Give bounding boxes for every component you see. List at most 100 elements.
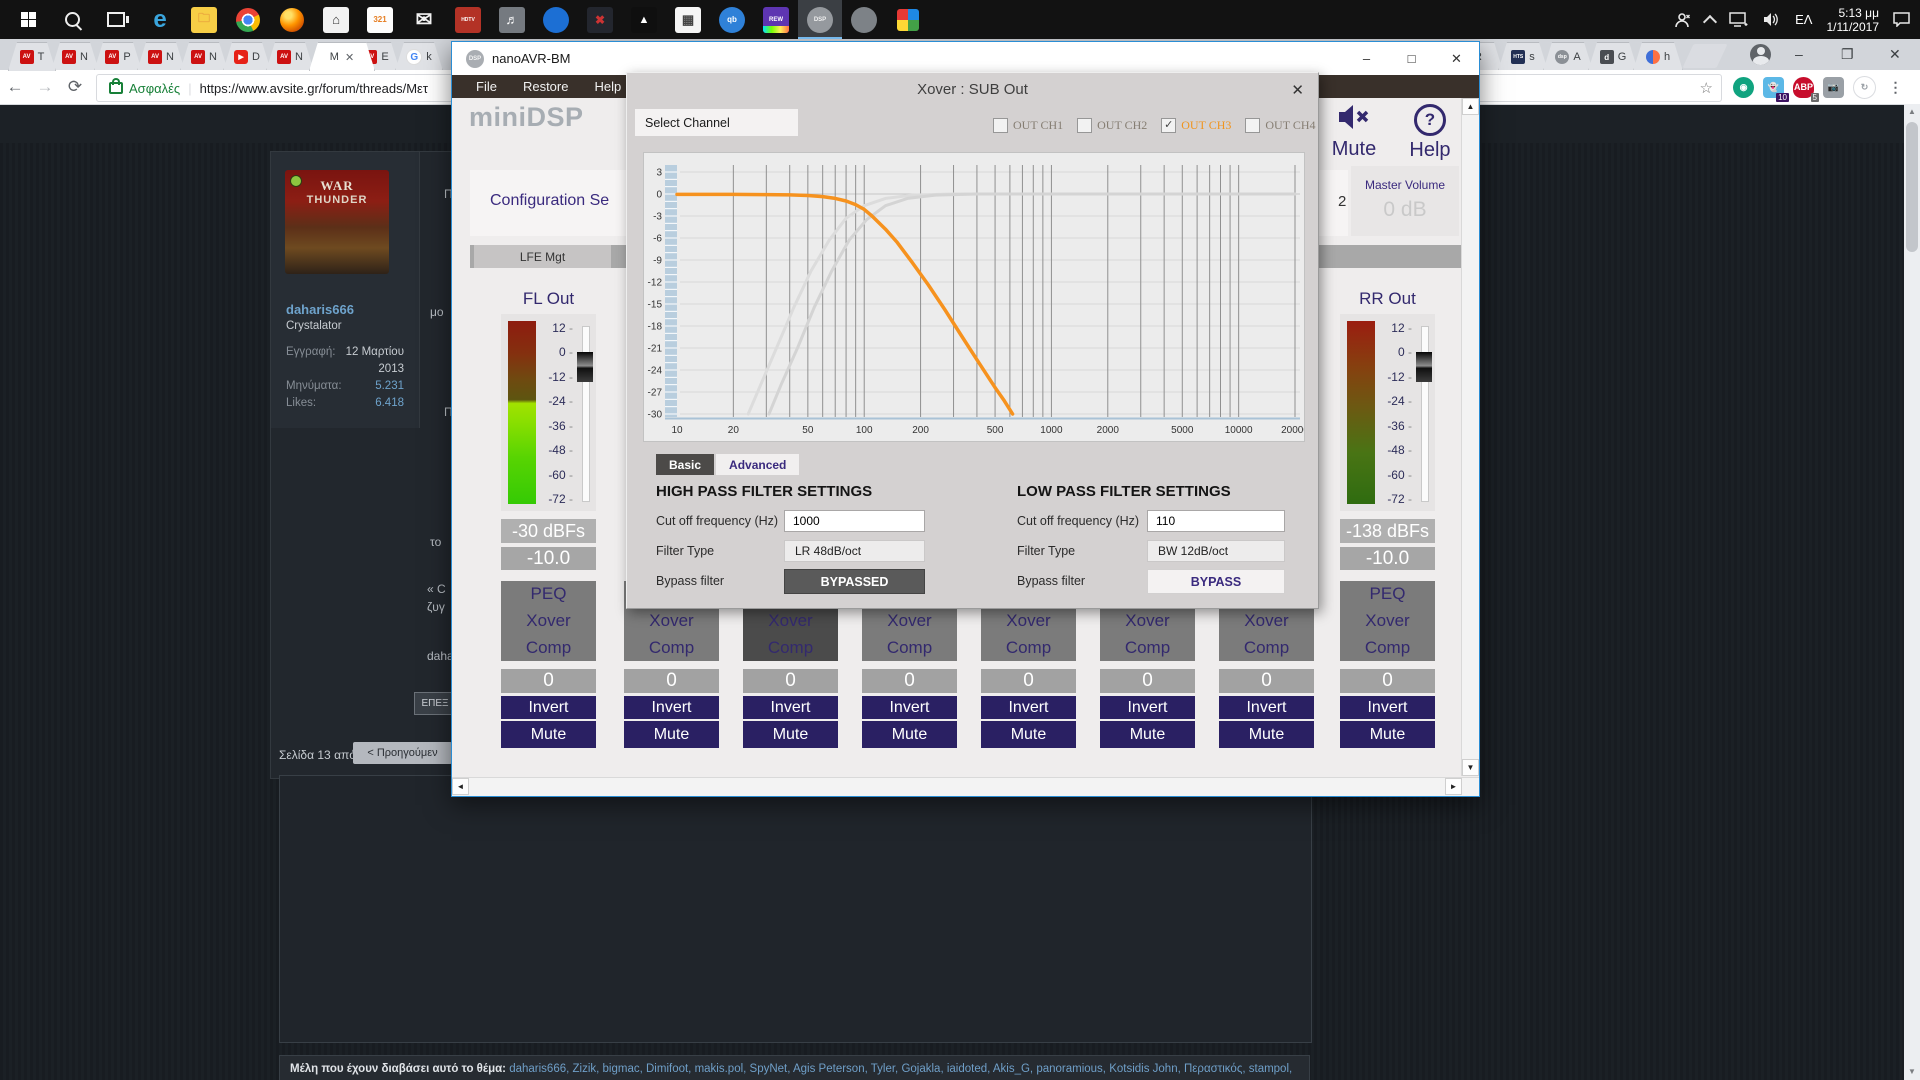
browser-tab[interactable]: AV N bbox=[137, 42, 185, 71]
xover-button[interactable]: Xover bbox=[1340, 611, 1435, 631]
new-tab-button[interactable] bbox=[1682, 44, 1728, 68]
hdtv-icon[interactable]: HDTV bbox=[446, 0, 490, 39]
xover-button[interactable]: Xover bbox=[981, 611, 1076, 631]
mute-button[interactable]: Mute bbox=[624, 721, 719, 748]
mute-button[interactable]: Mute bbox=[981, 721, 1076, 748]
out-channel-checkbox[interactable]: OUT CH2 bbox=[1077, 118, 1147, 133]
browser-profile-icon[interactable] bbox=[1750, 44, 1771, 65]
browser-maximize-button[interactable]: ❐ bbox=[1841, 46, 1854, 63]
file-explorer-icon[interactable]: 🗀 bbox=[182, 0, 226, 39]
hp-filter-type-select[interactable]: LR 48dB/oct bbox=[784, 540, 925, 562]
scroll-thumb[interactable] bbox=[1906, 122, 1918, 252]
invert-button[interactable]: Invert bbox=[1219, 696, 1314, 719]
task-view-icon[interactable] bbox=[94, 0, 138, 39]
select-channel-button[interactable]: Select Channel bbox=[635, 109, 798, 136]
url-text[interactable]: https://www.avsite.gr/forum/threads/Μετ bbox=[200, 81, 428, 96]
bookmark-star-icon[interactable]: ☆ bbox=[1700, 79, 1713, 97]
browser-tab[interactable]: AV N bbox=[51, 42, 99, 71]
audio-player-icon[interactable] bbox=[534, 0, 578, 39]
adblock-plus-icon[interactable]: ABP 5 bbox=[1793, 76, 1819, 102]
invert-button[interactable]: Invert bbox=[624, 696, 719, 719]
browser-tab[interactable]: h bbox=[1633, 42, 1683, 71]
rew-icon[interactable]: REW bbox=[754, 0, 798, 39]
browser-scrollbar[interactable]: ▲ ▼ bbox=[1904, 104, 1920, 1080]
mute-button[interactable]: Mute bbox=[743, 721, 838, 748]
screenshot-camera-icon[interactable]: 📷 bbox=[1823, 76, 1844, 98]
browser-tab[interactable]: Μ ✕ bbox=[309, 42, 375, 71]
mute-button[interactable]: Mute bbox=[1219, 721, 1314, 748]
master-mute-button[interactable]: Mute bbox=[1324, 104, 1384, 161]
loop-extension-icon[interactable]: ↻ bbox=[1853, 75, 1876, 99]
back-icon[interactable]: ← bbox=[0, 77, 30, 97]
ghostery-icon[interactable]: 👻 10 bbox=[1763, 76, 1789, 102]
invert-button[interactable]: Invert bbox=[1100, 696, 1195, 719]
qbittorrent-icon[interactable]: qb bbox=[710, 0, 754, 39]
comp-button[interactable]: Comp bbox=[743, 638, 838, 658]
slider-handle[interactable] bbox=[577, 352, 593, 382]
calculator-icon[interactable]: ▦ bbox=[666, 0, 710, 39]
out-channel-checkbox[interactable]: ✓ OUT CH3 bbox=[1161, 118, 1231, 133]
tab-advanced[interactable]: Advanced bbox=[716, 454, 800, 475]
app-vertical-scrollbar[interactable]: ▲ ▼ bbox=[1461, 98, 1479, 776]
xover-button[interactable]: Xover bbox=[743, 611, 838, 631]
checkbox-icon[interactable]: ✓ bbox=[1161, 118, 1177, 133]
start-icon[interactable] bbox=[6, 0, 50, 39]
checkbox-icon[interactable] bbox=[993, 118, 1008, 133]
chrome-icon[interactable] bbox=[226, 0, 270, 39]
secure-lock-icon[interactable] bbox=[109, 78, 123, 94]
post-author-name[interactable]: daharis666 bbox=[286, 302, 354, 317]
browser-tab[interactable]: AV P bbox=[94, 42, 142, 71]
scroll-down-icon[interactable]: ▼ bbox=[1462, 759, 1479, 776]
mute-button[interactable]: Mute bbox=[501, 721, 596, 748]
browser-tab[interactable]: ▶ D bbox=[223, 42, 271, 71]
stat-value[interactable]: 5.231 bbox=[375, 378, 404, 395]
gain-slider[interactable] bbox=[1416, 324, 1432, 504]
menu-item-restore[interactable]: Restore bbox=[523, 79, 569, 94]
mail-icon[interactable]: ✉ bbox=[402, 0, 446, 39]
search-icon[interactable] bbox=[50, 0, 94, 39]
lp-filter-type-select[interactable]: BW 12dB/oct bbox=[1147, 540, 1285, 562]
mute-button[interactable]: Mute bbox=[862, 721, 957, 748]
browser-menu-icon[interactable]: ⋮ bbox=[1885, 76, 1906, 98]
edit-post-button[interactable]: ΕΠΕΞ bbox=[414, 692, 456, 715]
forward-icon[interactable]: → bbox=[30, 77, 60, 97]
comp-button[interactable]: Comp bbox=[862, 638, 957, 658]
media-app-icon[interactable]: ♬ bbox=[490, 0, 534, 39]
speaker-icon[interactable] bbox=[1763, 12, 1781, 27]
invert-button[interactable]: Invert bbox=[743, 696, 838, 719]
comp-button[interactable]: Comp bbox=[981, 638, 1076, 658]
previous-page-button[interactable]: < Προηγούμεν bbox=[353, 742, 452, 764]
app-maximize-button[interactable]: □ bbox=[1389, 51, 1434, 66]
chevron-up-icon[interactable] bbox=[1703, 13, 1718, 29]
xover-button[interactable]: Xover bbox=[624, 611, 719, 631]
checkbox-icon[interactable] bbox=[1245, 118, 1261, 133]
foobar2000-icon[interactable]: ▲ bbox=[622, 0, 666, 39]
stat-value[interactable]: 6.418 bbox=[375, 395, 404, 412]
language-indicator[interactable]: ΕΛ bbox=[1795, 12, 1812, 27]
firefox-icon[interactable] bbox=[270, 0, 314, 39]
app-horizontal-scrollbar[interactable]: ◄ ► bbox=[452, 777, 1479, 796]
dialog-close-icon[interactable]: ✕ bbox=[1291, 81, 1304, 99]
browser-close-button[interactable]: ✕ bbox=[1889, 46, 1901, 63]
help-button[interactable]: ? Help bbox=[1400, 104, 1460, 162]
sphere-app-icon[interactable] bbox=[842, 0, 886, 39]
comp-button[interactable]: Comp bbox=[1340, 638, 1435, 658]
quick-reply-editor[interactable] bbox=[279, 775, 1312, 1043]
clock[interactable]: 5:13 μμ 1/11/2017 bbox=[1827, 6, 1880, 34]
mute-button[interactable]: Mute bbox=[1340, 721, 1435, 748]
browser-tab[interactable]: AV T bbox=[8, 42, 56, 71]
xover-button[interactable]: Xover bbox=[1219, 611, 1314, 631]
app-minimize-button[interactable]: – bbox=[1344, 51, 1389, 66]
action-center-icon[interactable] bbox=[1893, 12, 1910, 27]
gain-slider[interactable] bbox=[577, 324, 593, 504]
xover-button[interactable]: Xover bbox=[862, 611, 957, 631]
comp-button[interactable]: Comp bbox=[1219, 638, 1314, 658]
comp-button[interactable]: Comp bbox=[1100, 638, 1195, 658]
scroll-up-icon[interactable]: ▲ bbox=[1462, 98, 1479, 115]
browser-tab[interactable]: HTS s bbox=[1498, 42, 1548, 71]
peq-button[interactable]: PEQ bbox=[501, 584, 596, 604]
comp-button[interactable]: Comp bbox=[624, 638, 719, 658]
menu-item-help[interactable]: Help bbox=[594, 79, 621, 94]
out-channel-checkbox[interactable]: OUT CH4 bbox=[1245, 118, 1316, 133]
xover-button[interactable]: Xover bbox=[501, 611, 596, 631]
